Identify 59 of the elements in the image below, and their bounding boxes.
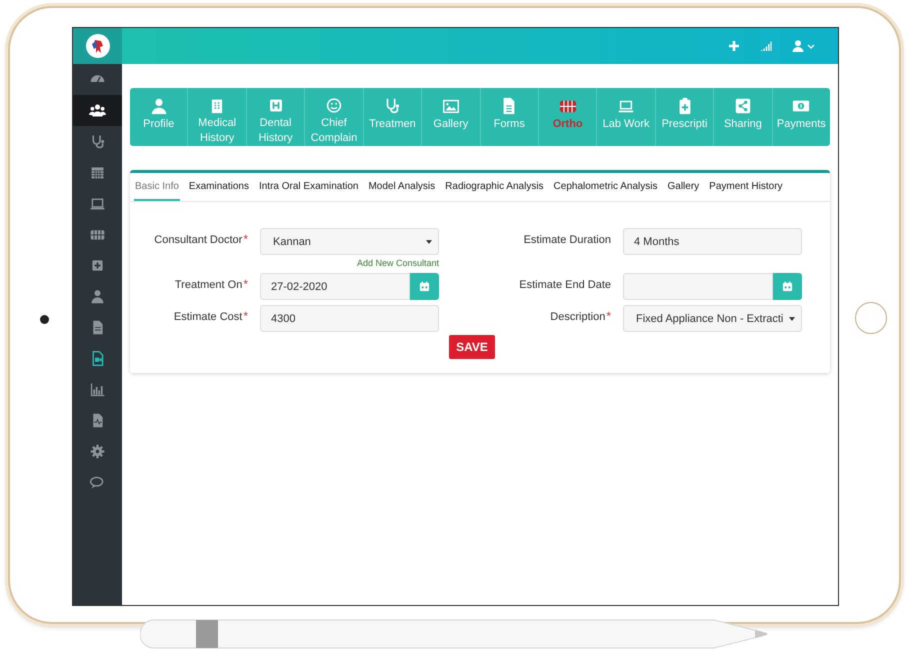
settings-icon: [89, 443, 106, 460]
camera-icon: [40, 315, 49, 324]
tab[interactable]: Cephalometric Analysis: [552, 173, 658, 201]
field-label: Estimate Cost: [174, 311, 242, 323]
date-field[interactable]: [623, 273, 773, 300]
logo-icon: [86, 34, 110, 58]
caret-icon: [426, 240, 432, 244]
chat-icon: [89, 474, 106, 491]
field-label: Treatment On: [174, 279, 242, 291]
tab[interactable]: Basic Info: [134, 173, 180, 201]
date-field[interactable]: 27-02-2020: [260, 273, 410, 300]
bar-chart-icon: [89, 381, 106, 398]
calendar-button[interactable]: [773, 273, 802, 300]
tab[interactable]: Model Analysis: [367, 173, 436, 201]
required-mark: *: [243, 311, 248, 321]
field-label: Consultant Doctor: [154, 234, 242, 246]
smiley-icon: [324, 97, 343, 114]
module-tile[interactable]: Prescripti: [654, 88, 714, 146]
required-mark: *: [243, 279, 248, 289]
module-tile[interactable]: Lab Work: [596, 88, 655, 146]
select-field[interactable]: Fixed Appliance Non - Extracti: [623, 305, 802, 332]
sidebar-item[interactable]: [73, 95, 122, 126]
doctor-icon: [89, 288, 106, 305]
module-tile[interactable]: Medical History: [187, 88, 246, 146]
calendar-icon: [782, 281, 793, 292]
calendar-icon: [419, 281, 430, 292]
module-tile[interactable]: Ortho: [538, 88, 596, 146]
user-menu-icon[interactable]: [792, 40, 816, 52]
module-tile[interactable]: Dental History: [246, 88, 304, 146]
module-tile[interactable]: Sharing: [713, 88, 772, 146]
tab[interactable]: Gallery: [666, 173, 700, 201]
tab[interactable]: Payment History: [708, 173, 784, 201]
select-field[interactable]: Kannan: [260, 228, 439, 255]
tab[interactable]: Examinations: [188, 173, 250, 201]
field-label: Estimate End Date: [519, 279, 611, 291]
share-icon: [734, 97, 752, 115]
tab[interactable]: Radiographic Analysis: [444, 173, 545, 201]
module-tile[interactable]: Gallery: [421, 88, 480, 146]
input-field[interactable]: 4300: [260, 305, 439, 332]
module-tile[interactable]: Forms: [480, 88, 538, 146]
module-tile[interactable]: Profile: [130, 88, 188, 146]
field-label: Description: [550, 311, 606, 323]
image-icon: [442, 97, 460, 115]
signal-icon[interactable]: [760, 40, 772, 52]
required-mark: *: [606, 311, 611, 321]
input-field[interactable]: 4 Months: [623, 228, 802, 255]
field-label: Estimate Duration: [524, 234, 611, 246]
save-button[interactable]: SAVE: [449, 335, 495, 359]
calendar-button[interactable]: [410, 273, 439, 300]
person-icon: [150, 97, 168, 115]
add-consultant-link[interactable]: Add New Consultant: [356, 258, 439, 268]
users-icon: [89, 102, 106, 119]
caret-icon: [789, 316, 795, 320]
required-mark: *: [243, 234, 248, 244]
tab[interactable]: Intra Oral Examination: [258, 173, 360, 201]
module-tile[interactable]: Chief Complain: [304, 88, 363, 146]
add-icon[interactable]: [728, 40, 740, 52]
module-tile[interactable]: Payments: [772, 88, 830, 146]
module-tile[interactable]: Treatmen: [362, 88, 422, 146]
